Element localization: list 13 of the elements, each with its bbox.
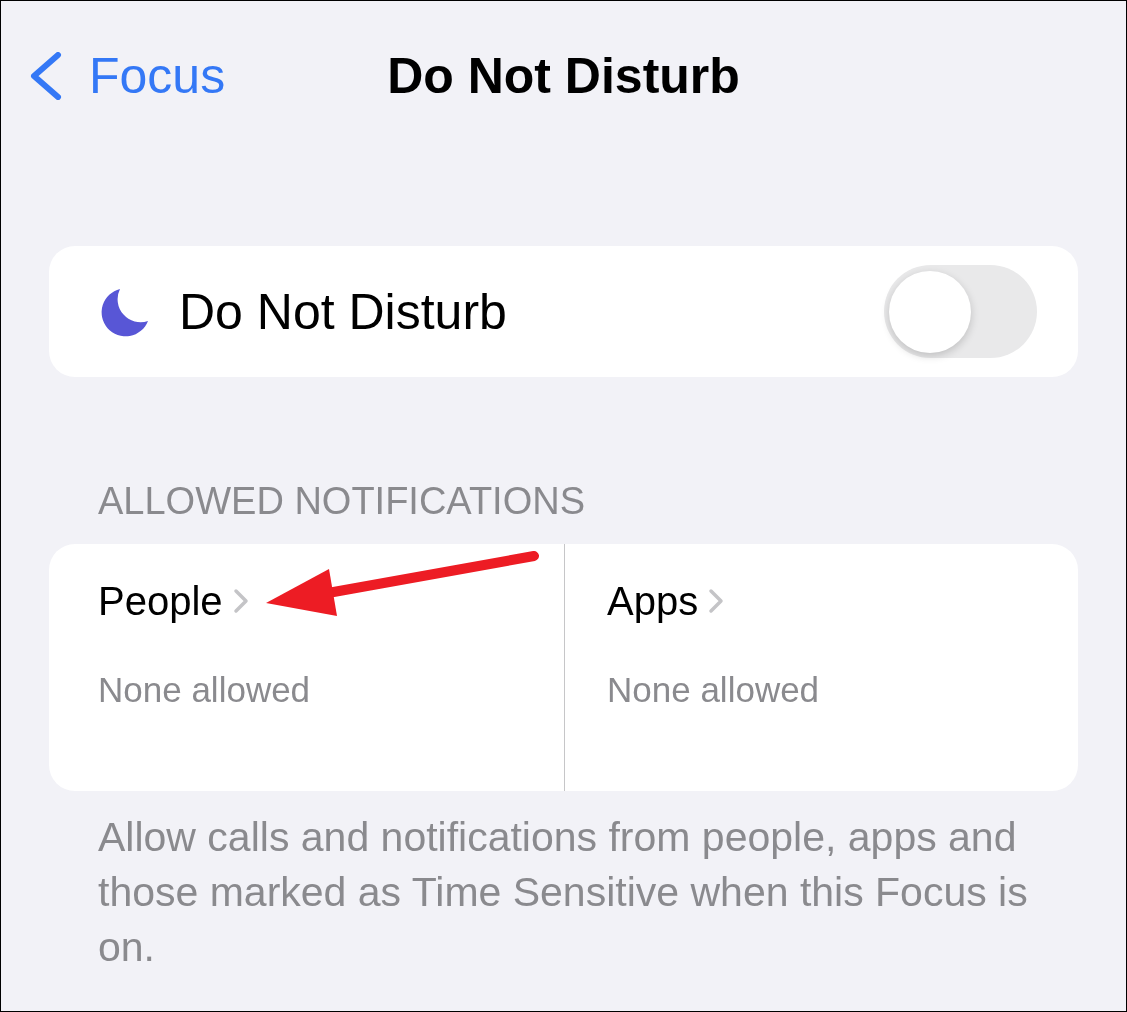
back-button[interactable]: Focus	[30, 51, 226, 101]
section-header: ALLOWED NOTIFICATIONS	[98, 479, 585, 523]
status-text: None allowed	[98, 670, 311, 710]
category-link[interactable]: Apps	[607, 577, 725, 625]
page-title: Do Not Disturb	[387, 51, 740, 101]
chevron-right-icon	[708, 588, 725, 614]
moon-icon	[100, 286, 150, 337]
category-link[interactable]: People	[98, 577, 249, 625]
footer-note: Allow calls and notifications from people, apps and those marked as Time Sensitive when this Focus is on.	[98, 813, 1029, 972]
chevron-left-icon	[30, 52, 62, 100]
chevron-right-icon	[232, 588, 249, 614]
focus-label: Do Not Disturb	[179, 286, 507, 337]
status-text: None allowed	[607, 670, 820, 710]
